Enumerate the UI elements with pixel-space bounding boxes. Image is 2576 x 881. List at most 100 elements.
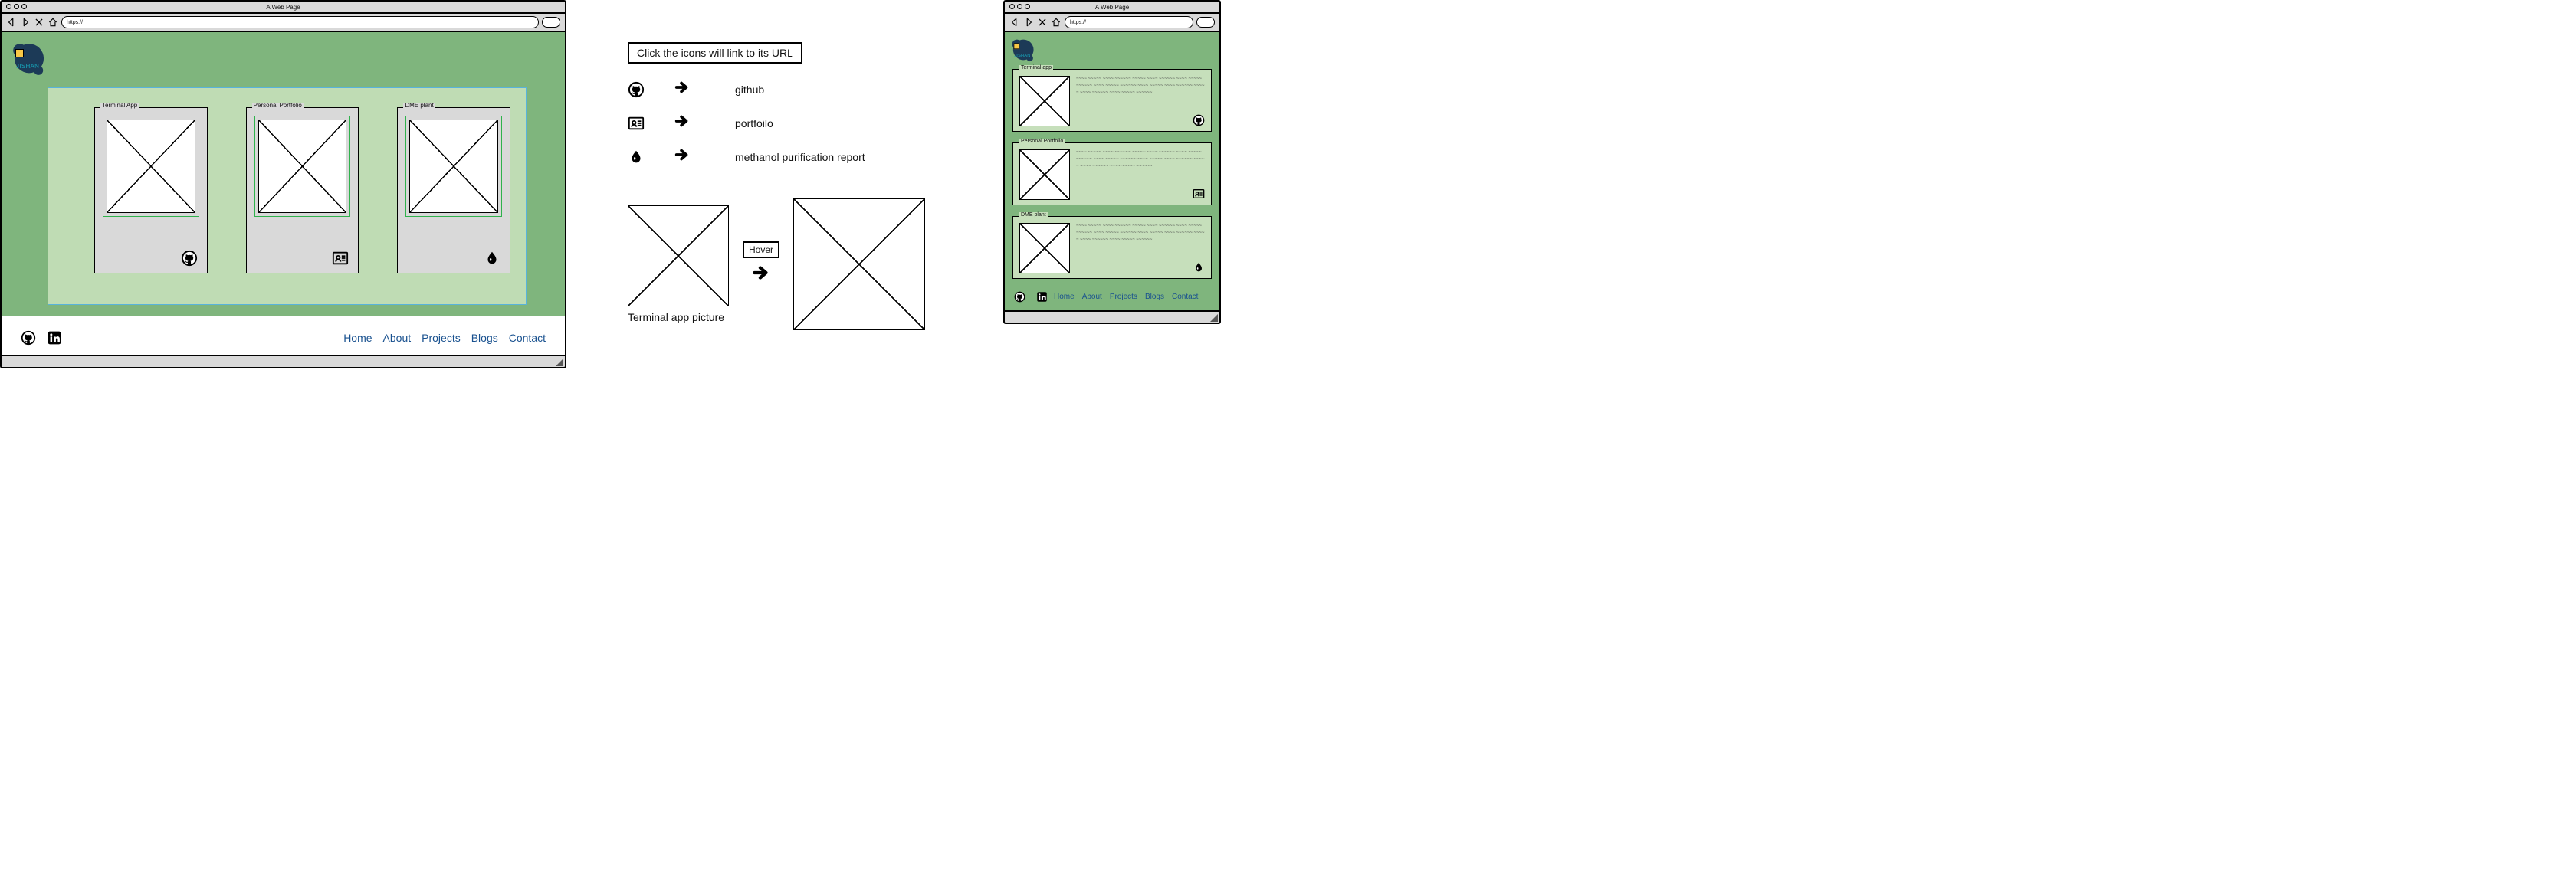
- site-footer: Home About Projects Blogs Contact: [1009, 287, 1215, 306]
- image-placeholder[interactable]: [1019, 149, 1070, 200]
- card-title: Personal Portfolio: [1019, 139, 1065, 144]
- logo-icon: [15, 49, 24, 57]
- window-title: A Web Page: [266, 4, 300, 11]
- hover-caption: Terminal app picture: [628, 311, 729, 323]
- icon-link-map: github portfoilo methanol purification r…: [628, 79, 942, 168]
- github-icon[interactable]: [1014, 291, 1025, 303]
- nav-projects[interactable]: Projects: [422, 332, 461, 344]
- browser-toolbar: https://: [1005, 14, 1219, 32]
- browser-window-mobile: A Web Page https:// JISHAN: [1003, 0, 1221, 324]
- arrow-right-icon: [674, 79, 735, 100]
- portfolio-icon[interactable]: [1193, 188, 1205, 200]
- link-dest: portfoilo: [735, 117, 942, 129]
- url-input[interactable]: https://: [61, 16, 539, 28]
- image-placeholder: [793, 198, 925, 330]
- project-card: Personal Portfolio: [246, 107, 359, 273]
- linkedin-icon[interactable]: [1036, 291, 1048, 303]
- forward-icon[interactable]: [1023, 17, 1034, 28]
- home-icon[interactable]: [48, 17, 58, 28]
- github-icon[interactable]: [1193, 114, 1205, 126]
- droplet-icon[interactable]: [484, 250, 500, 267]
- link-dest: methanol purification report: [735, 151, 942, 163]
- github-icon[interactable]: [181, 250, 198, 267]
- nav-home[interactable]: Home: [343, 332, 372, 344]
- status-bar: [2, 355, 565, 367]
- footer-nav: Home About Projects Blogs Contact: [1054, 293, 1198, 301]
- card-title: Terminal app: [1019, 65, 1053, 70]
- hero-section: JISHAN Terminal App Personal P: [2, 32, 565, 316]
- hover-demo: Terminal app picture Hover: [628, 198, 942, 330]
- image-placeholder[interactable]: [1019, 223, 1070, 273]
- card-image-frame: [254, 116, 351, 217]
- nav-projects[interactable]: Projects: [1110, 293, 1137, 301]
- project-card: Terminal app ~~~~ ~~~~~ ~~~~ ~~~~~~ ~~~~…: [1012, 69, 1212, 132]
- image-placeholder[interactable]: [409, 120, 498, 213]
- card-body-text: ~~~~ ~~~~~ ~~~~ ~~~~~~ ~~~~~ ~~~~ ~~~~~~…: [1076, 76, 1205, 125]
- hover-label: Hover: [743, 241, 779, 258]
- spec-note: Click the icons will link to its URL: [628, 42, 802, 64]
- nav-about[interactable]: About: [1082, 293, 1102, 301]
- back-icon[interactable]: [6, 17, 17, 28]
- image-placeholder[interactable]: [1019, 76, 1070, 126]
- arrow-right-icon: [751, 263, 771, 287]
- portfolio-icon[interactable]: [332, 250, 349, 267]
- nav-blogs[interactable]: Blogs: [471, 332, 498, 344]
- arrow-right-icon: [674, 113, 735, 134]
- site-logo[interactable]: JISHAN: [9, 40, 49, 80]
- social-icons: [21, 330, 62, 346]
- card-title: DME plant: [403, 103, 435, 109]
- project-card: DME plant ~~~~ ~~~~~ ~~~~ ~~~~~~ ~~~~~ ~…: [1012, 216, 1212, 279]
- social-icons: [1014, 291, 1048, 303]
- window-title-bar: A Web Page: [1005, 2, 1219, 14]
- project-card: Terminal App: [94, 107, 208, 273]
- nav-contact[interactable]: Contact: [1172, 293, 1198, 301]
- home-icon[interactable]: [1051, 17, 1062, 28]
- linkedin-icon[interactable]: [47, 330, 62, 346]
- project-card: Personal Portfolio ~~~~ ~~~~~ ~~~~ ~~~~~…: [1012, 142, 1212, 205]
- page-viewport-mobile: JISHAN Terminal app ~~~~ ~~~~~ ~~~~ ~~~~…: [1005, 32, 1219, 310]
- page-viewport: JISHAN Terminal App Personal P: [2, 32, 565, 355]
- card-title: DME plant: [1019, 212, 1048, 218]
- close-icon[interactable]: [1037, 17, 1048, 28]
- link-dest: github: [735, 84, 942, 96]
- card-title: Terminal App: [100, 103, 139, 109]
- window-title: A Web Page: [1095, 4, 1129, 11]
- forward-icon[interactable]: [20, 17, 31, 28]
- nav-blogs[interactable]: Blogs: [1145, 293, 1164, 301]
- card-image-frame: [103, 116, 199, 217]
- logo-text: JISHAN: [16, 63, 39, 70]
- nav-home[interactable]: Home: [1054, 293, 1075, 301]
- logo-icon: [1014, 43, 1020, 49]
- card-body-text: ~~~~ ~~~~~ ~~~~ ~~~~~~ ~~~~~ ~~~~ ~~~~~~…: [1076, 223, 1205, 272]
- droplet-icon: [628, 149, 645, 165]
- card-title: Personal Portfolio: [252, 103, 304, 109]
- logo-text: JISHAN: [1014, 53, 1030, 57]
- nav-contact[interactable]: Contact: [509, 332, 546, 344]
- status-bar: [1005, 310, 1219, 323]
- browser-toolbar: https://: [2, 14, 565, 32]
- portfolio-icon: [628, 115, 645, 132]
- github-icon[interactable]: [21, 330, 36, 346]
- go-button[interactable]: [1196, 17, 1215, 28]
- card-body-text: ~~~~ ~~~~~ ~~~~ ~~~~~~ ~~~~~ ~~~~ ~~~~~~…: [1076, 149, 1205, 198]
- image-placeholder[interactable]: [107, 120, 195, 213]
- window-title-bar: A Web Page: [2, 2, 565, 14]
- image-placeholder: [628, 205, 729, 306]
- back-icon[interactable]: [1009, 17, 1020, 28]
- site-logo[interactable]: JISHAN: [1009, 37, 1037, 64]
- arrow-right-icon: [674, 146, 735, 168]
- github-icon: [628, 81, 645, 98]
- close-icon[interactable]: [34, 17, 44, 28]
- droplet-icon[interactable]: [1193, 261, 1205, 273]
- site-footer: Home About Projects Blogs Contact: [2, 316, 565, 355]
- footer-nav: Home About Projects Blogs Contact: [343, 332, 546, 344]
- url-input[interactable]: https://: [1065, 16, 1193, 28]
- project-card: DME plant: [397, 107, 510, 273]
- browser-window-desktop: A Web Page https:// JISHAN: [0, 0, 566, 368]
- projects-panel: Terminal App Personal Portfolio: [48, 87, 527, 305]
- card-image-frame: [405, 116, 502, 217]
- nav-about[interactable]: About: [383, 332, 412, 344]
- spec-panel: Click the icons will link to its URL git…: [628, 0, 942, 330]
- go-button[interactable]: [542, 17, 560, 28]
- image-placeholder[interactable]: [258, 120, 347, 213]
